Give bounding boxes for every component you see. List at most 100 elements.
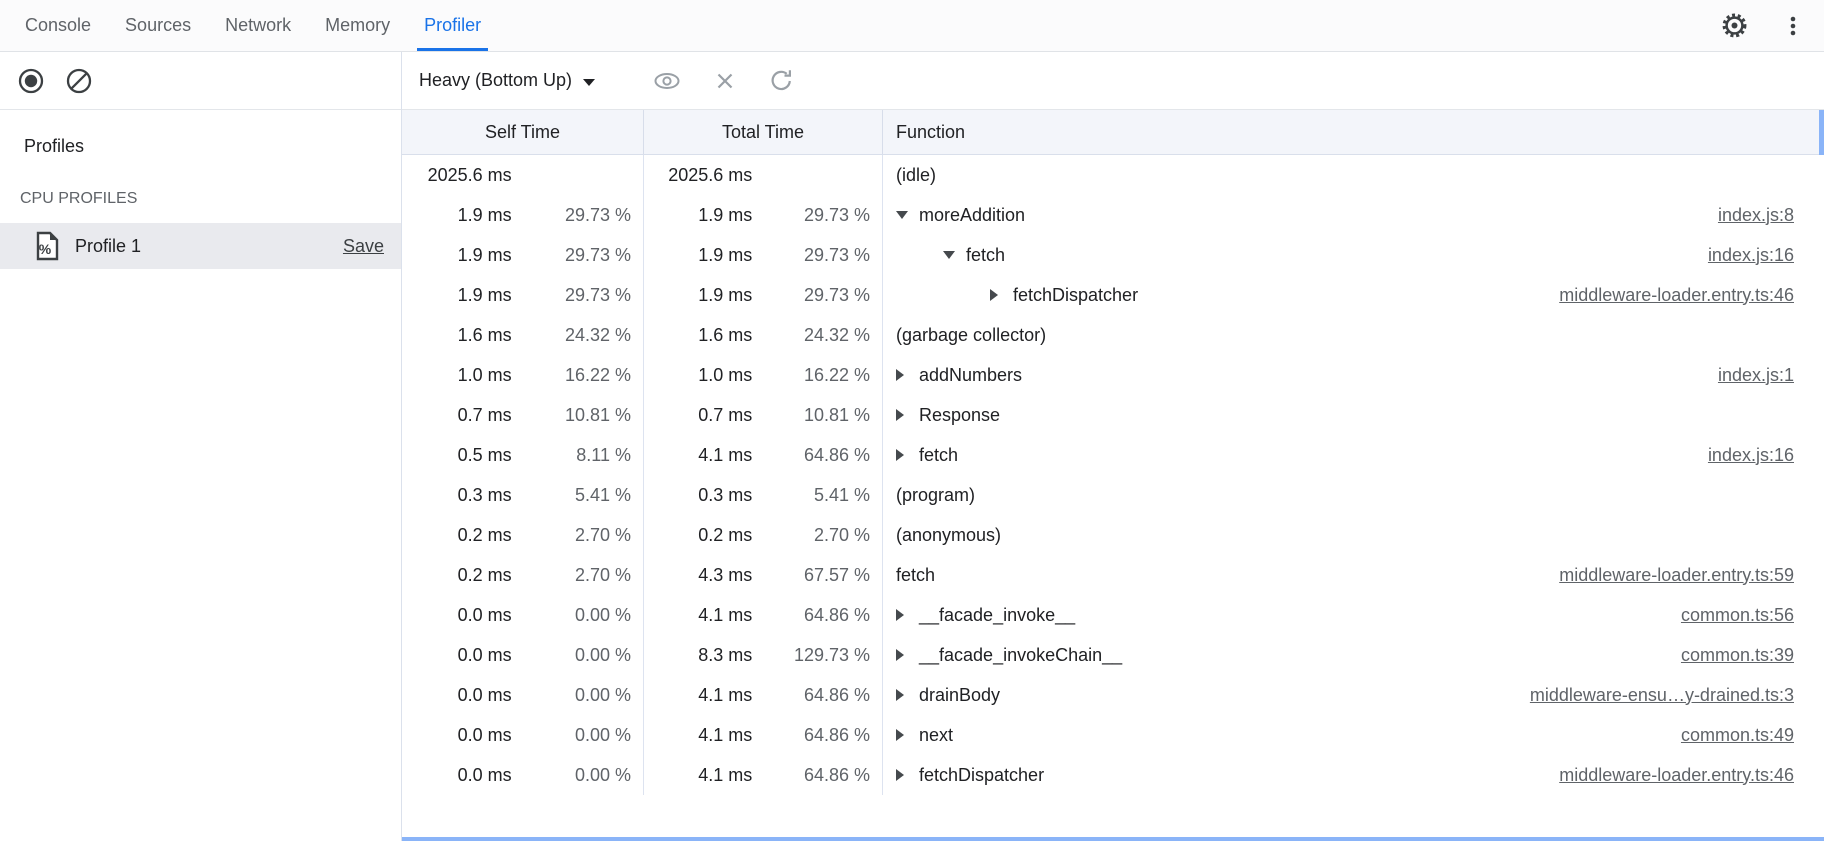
expand-arrow-icon[interactable]	[896, 769, 919, 781]
source-link[interactable]: middleware-loader.entry.ts:46	[1559, 765, 1824, 786]
function-cell: (garbage collector)	[883, 315, 1824, 355]
time-percent-value: 0.00 %	[512, 645, 631, 666]
time-percent-value: 24.32 %	[752, 325, 870, 346]
table-row[interactable]: 0.0 ms0.00 %8.3 ms129.73 %__facade_invok…	[402, 635, 1824, 675]
function-name: addNumbers	[919, 365, 1022, 386]
total-time-cell: 0.7 ms10.81 %	[644, 395, 883, 435]
table-row[interactable]: 1.9 ms29.73 %1.9 ms29.73 %fetchindex.js:…	[402, 235, 1824, 275]
time-percent-value: 0.00 %	[512, 605, 631, 626]
source-link[interactable]: middleware-loader.entry.ts:46	[1559, 285, 1824, 306]
profile-list-item[interactable]: % Profile 1 Save	[0, 223, 401, 269]
time-ms-value: 0.0 ms	[414, 765, 512, 786]
function-name: __facade_invokeChain__	[919, 645, 1122, 666]
time-percent-value: 5.41 %	[512, 485, 631, 506]
expand-arrow-icon[interactable]	[896, 449, 919, 461]
function-name: moreAddition	[919, 205, 1025, 226]
time-percent-value: 2.70 %	[512, 565, 631, 586]
table-row[interactable]: 0.0 ms0.00 %4.1 ms64.86 %drainBodymiddle…	[402, 675, 1824, 715]
kebab-menu-icon[interactable]	[1780, 13, 1806, 39]
time-ms-value: 1.6 ms	[414, 325, 512, 346]
expand-arrow-icon[interactable]	[896, 409, 919, 421]
time-ms-value: 2025.6 ms	[656, 165, 752, 186]
function-cell: __facade_invokeChain__ common.ts:39	[883, 635, 1824, 675]
self-time-cell: 1.6 ms24.32 %	[402, 315, 644, 355]
time-percent-value: 8.11 %	[512, 445, 631, 466]
profiles-toolbar	[0, 52, 401, 110]
table-row[interactable]: 1.6 ms24.32 %1.6 ms24.32 %(garbage colle…	[402, 315, 1824, 355]
collapse-arrow-icon[interactable]	[896, 211, 919, 219]
function-cell: drainBodymiddleware-ensu…y-drained.ts:3	[883, 675, 1824, 715]
source-link[interactable]: middleware-loader.entry.ts:59	[1559, 565, 1824, 586]
column-header-self-time[interactable]: Self Time	[402, 110, 644, 154]
total-time-cell: 1.0 ms16.22 %	[644, 355, 883, 395]
time-ms-value: 1.0 ms	[414, 365, 512, 386]
tab-memory[interactable]: Memory	[308, 0, 407, 51]
time-percent-value: 16.22 %	[512, 365, 631, 386]
expand-arrow-icon[interactable]	[896, 689, 919, 701]
time-percent-value: 2.70 %	[512, 525, 631, 546]
table-row[interactable]: 0.2 ms2.70 %0.2 ms2.70 %(anonymous)	[402, 515, 1824, 555]
table-row[interactable]: 0.7 ms10.81 %0.7 ms10.81 %Response	[402, 395, 1824, 435]
column-header-total-time[interactable]: Total Time	[644, 110, 883, 154]
function-name: (program)	[896, 485, 975, 506]
table-row[interactable]: 1.9 ms29.73 %1.9 ms29.73 %moreAdditionin…	[402, 195, 1824, 235]
time-ms-value: 2025.6 ms	[414, 165, 512, 186]
clear-icon[interactable]	[65, 67, 93, 95]
source-link[interactable]: common.ts:39	[1681, 645, 1824, 666]
eye-icon[interactable]	[652, 68, 682, 94]
function-cell: fetchDispatchermiddleware-loader.entry.t…	[883, 275, 1824, 315]
time-ms-value: 4.1 ms	[656, 685, 752, 706]
expand-arrow-icon[interactable]	[896, 369, 919, 381]
table-row[interactable]: 0.0 ms0.00 %4.1 ms64.86 %__facade_invoke…	[402, 595, 1824, 635]
total-time-cell: 4.1 ms64.86 %	[644, 675, 883, 715]
source-link[interactable]: index.js:16	[1708, 445, 1824, 466]
source-link[interactable]: index.js:1	[1718, 365, 1824, 386]
time-percent-value: 5.41 %	[752, 485, 870, 506]
view-mode-dropdown[interactable]: Heavy (Bottom Up)	[419, 70, 595, 91]
time-ms-value: 4.1 ms	[656, 445, 752, 466]
function-name: fetchDispatcher	[919, 765, 1044, 786]
source-link[interactable]: index.js:8	[1718, 205, 1824, 226]
table-row[interactable]: 0.3 ms5.41 %0.3 ms5.41 %(program)	[402, 475, 1824, 515]
expand-arrow-icon[interactable]	[896, 729, 919, 741]
time-percent-value: 64.86 %	[752, 765, 870, 786]
column-header-function[interactable]: Function	[883, 110, 1824, 154]
self-time-cell: 0.5 ms8.11 %	[402, 435, 644, 475]
expand-arrow-icon[interactable]	[896, 649, 919, 661]
time-percent-value: 29.73 %	[512, 205, 631, 226]
function-name: (idle)	[896, 165, 936, 186]
time-ms-value: 1.9 ms	[414, 285, 512, 306]
source-link[interactable]: middleware-ensu…y-drained.ts:3	[1530, 685, 1824, 706]
save-link[interactable]: Save	[343, 236, 384, 257]
gear-icon[interactable]	[1721, 12, 1748, 39]
total-time-cell: 0.3 ms5.41 %	[644, 475, 883, 515]
refresh-icon[interactable]	[768, 67, 795, 94]
tab-network[interactable]: Network	[208, 0, 308, 51]
total-time-cell: 1.9 ms29.73 %	[644, 275, 883, 315]
time-percent-value: 29.73 %	[512, 285, 631, 306]
time-ms-value: 0.7 ms	[414, 405, 512, 426]
table-row[interactable]: 0.5 ms8.11 %4.1 ms64.86 %fetchindex.js:1…	[402, 435, 1824, 475]
table-row[interactable]: 0.0 ms0.00 %4.1 ms64.86 %nextcommon.ts:4…	[402, 715, 1824, 755]
table-row[interactable]: 0.0 ms0.00 %4.1 ms64.86 %fetchDispatcher…	[402, 755, 1824, 795]
record-icon[interactable]	[17, 67, 45, 95]
tab-console[interactable]: Console	[8, 0, 108, 51]
source-link[interactable]: common.ts:56	[1681, 605, 1824, 626]
expand-arrow-icon[interactable]	[990, 289, 1013, 301]
source-link[interactable]: common.ts:49	[1681, 725, 1824, 746]
x-icon[interactable]	[712, 68, 738, 94]
expand-arrow-icon[interactable]	[896, 609, 919, 621]
tab-profiler[interactable]: Profiler	[407, 0, 498, 51]
collapse-arrow-icon[interactable]	[943, 251, 966, 259]
profile-data-grid: Self Time Total Time Function 2025.6 ms2…	[402, 110, 1824, 841]
table-row[interactable]: 2025.6 ms 2025.6 ms (idle)	[402, 155, 1824, 195]
table-row[interactable]: 1.0 ms16.22 % 1.0 ms16.22 % addNumbers inde…	[402, 355, 1824, 395]
self-time-cell: 1.9 ms29.73 %	[402, 235, 644, 275]
table-row[interactable]: 0.2 ms2.70 %4.3 ms67.57 %fetchmiddleware…	[402, 555, 1824, 595]
function-cell: nextcommon.ts:49	[883, 715, 1824, 755]
sidebar-title: Profiles	[24, 136, 401, 157]
table-row[interactable]: 1.9 ms29.73 %1.9 ms29.73 %fetchDispatche…	[402, 275, 1824, 315]
tab-sources[interactable]: Sources	[108, 0, 208, 51]
source-link[interactable]: index.js:16	[1708, 245, 1824, 266]
view-mode-label: Heavy (Bottom Up)	[419, 70, 572, 91]
